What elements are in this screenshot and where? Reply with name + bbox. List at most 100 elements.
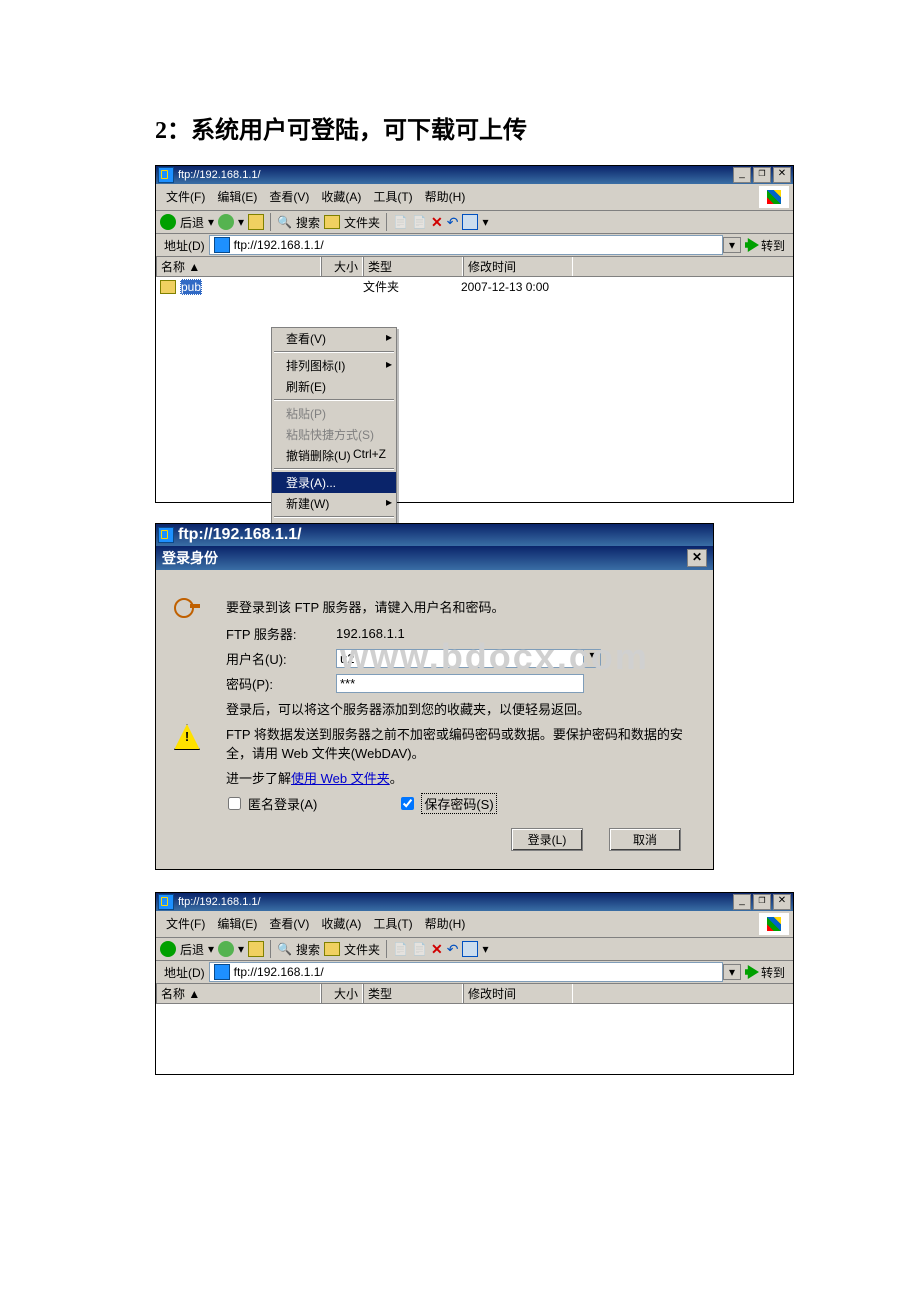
search-icon[interactable]: 🔍 xyxy=(277,215,292,229)
copy-icon: 📄 xyxy=(412,215,427,229)
cancel-button[interactable]: 取消 xyxy=(609,828,681,851)
menu-help-2[interactable]: 帮助(H) xyxy=(419,913,472,935)
back-dropdown[interactable]: ▾ xyxy=(208,215,214,229)
file-list[interactable]: pub 文件夹 2007-12-13 0:00 查看(V) 排列图标(I) 刷新… xyxy=(156,277,793,502)
col-type[interactable]: 类型 xyxy=(363,257,463,276)
back-button-2[interactable]: 后退 xyxy=(180,941,204,958)
file-list-2[interactable] xyxy=(156,1004,793,1074)
col-name-2[interactable]: 名称 ▲ xyxy=(156,984,321,1003)
menu-tools-2[interactable]: 工具(T) xyxy=(367,913,418,935)
file-type: 文件夹 xyxy=(359,278,457,295)
back-icon-2[interactable] xyxy=(160,941,176,957)
views-dropdown[interactable]: ▾ xyxy=(482,215,488,229)
maximize-button-2[interactable] xyxy=(753,894,771,910)
address-field[interactable]: ftp://192.168.1.1/ xyxy=(209,235,723,255)
undo-icon-2[interactable]: ↶ xyxy=(447,941,459,958)
search-button-2[interactable]: 搜索 xyxy=(296,941,320,958)
col-mtime-2[interactable]: 修改时间 xyxy=(463,984,573,1003)
ctx-login[interactable]: 登录(A)... xyxy=(272,472,396,493)
webdav-link[interactable]: 使用 Web 文件夹 xyxy=(291,771,390,786)
address-dropdown-2[interactable]: ▾ xyxy=(723,964,741,980)
file-name: pub xyxy=(180,279,202,295)
forward-icon[interactable] xyxy=(218,214,234,230)
address-dropdown[interactable]: ▾ xyxy=(723,237,741,253)
address-field-2[interactable]: ftp://192.168.1.1/ xyxy=(209,962,723,982)
up-icon[interactable] xyxy=(248,214,264,230)
minimize-button[interactable] xyxy=(733,167,751,183)
folders-button-2[interactable]: 文件夹 xyxy=(344,941,380,958)
ctx-undo-delete[interactable]: 撤销删除(U)Ctrl+Z xyxy=(272,445,396,466)
ctx-view[interactable]: 查看(V) xyxy=(272,328,396,349)
back-button[interactable]: 后退 xyxy=(180,214,204,231)
move-icon-2: 📄 xyxy=(393,942,408,956)
maximize-button[interactable] xyxy=(753,167,771,183)
screenshot-login-dialog: ftp://192.168.1.1/ 登录身份 ✕ www.bdocx.com … xyxy=(155,523,714,870)
server-label: FTP 服务器: xyxy=(226,624,336,643)
go-button[interactable]: 转到 xyxy=(741,237,789,254)
delete-icon-2[interactable]: ✕ xyxy=(431,941,443,958)
login-button[interactable]: 登录(L) xyxy=(511,828,583,851)
menu-edit[interactable]: 编辑(E) xyxy=(211,186,263,208)
forward-icon-2[interactable] xyxy=(218,941,234,957)
search-icon-2[interactable]: 🔍 xyxy=(277,942,292,956)
address-label: 地址(D) xyxy=(160,237,209,254)
ftp-site-icon xyxy=(214,237,230,253)
username-field[interactable] xyxy=(336,649,583,668)
menu-fav[interactable]: 收藏(A) xyxy=(315,186,367,208)
views-icon[interactable] xyxy=(462,214,478,230)
window-titlebar-2: ftp://192.168.1.1/ xyxy=(156,893,793,911)
col-type-2[interactable]: 类型 xyxy=(363,984,463,1003)
copy-icon-2: 📄 xyxy=(412,942,427,956)
ftp-icon xyxy=(158,167,174,183)
file-size xyxy=(319,278,359,295)
ctx-new[interactable]: 新建(W) xyxy=(272,493,396,514)
context-menu: 查看(V) 排列图标(I) 刷新(E) 粘贴(P) 粘贴快捷方式(S) 撤销删除… xyxy=(271,327,397,542)
menu-view[interactable]: 查看(V) xyxy=(263,186,315,208)
dialog-close-button[interactable]: ✕ xyxy=(687,549,707,567)
forward-dropdown[interactable]: ▾ xyxy=(238,215,244,229)
folder-icon xyxy=(160,280,176,294)
security-warning: FTP 将数据发送到服务器之前不加密或编码密码或数据。要保护密码和数据的安全，请… xyxy=(226,724,697,762)
folders-button[interactable]: 文件夹 xyxy=(344,214,380,231)
anonymous-checkbox-input[interactable] xyxy=(228,797,241,810)
menu-help[interactable]: 帮助(H) xyxy=(419,186,472,208)
folders-icon[interactable] xyxy=(324,215,340,229)
server-value: 192.168.1.1 xyxy=(336,626,405,641)
up-icon-2[interactable] xyxy=(248,941,264,957)
anonymous-checkbox[interactable]: 匿名登录(A) xyxy=(224,794,317,813)
minimize-button-2[interactable] xyxy=(733,894,751,910)
col-size-2[interactable]: 大小 xyxy=(321,984,363,1003)
menu-fav-2[interactable]: 收藏(A) xyxy=(315,913,367,935)
save-password-checkbox[interactable]: 保存密码(S) xyxy=(397,793,496,814)
close-button[interactable] xyxy=(773,167,791,183)
list-item[interactable]: pub 文件夹 2007-12-13 0:00 xyxy=(156,277,793,296)
folders-icon-2[interactable] xyxy=(324,942,340,956)
menu-tools[interactable]: 工具(T) xyxy=(367,186,418,208)
save-password-checkbox-input[interactable] xyxy=(401,797,414,810)
menu-view-2[interactable]: 查看(V) xyxy=(263,913,315,935)
col-size[interactable]: 大小 xyxy=(321,257,363,276)
address-bar-2: 地址(D) ftp://192.168.1.1/ ▾ 转到 xyxy=(156,961,793,984)
go-label: 转到 xyxy=(761,237,785,254)
col-name[interactable]: 名称 ▲ xyxy=(156,257,321,276)
menu-file[interactable]: 文件(F) xyxy=(160,186,211,208)
menu-file-2[interactable]: 文件(F) xyxy=(160,913,211,935)
password-field[interactable] xyxy=(336,674,584,693)
toolbar: 后退 ▾ ▾ 🔍 搜索 文件夹 📄 📄 ✕ ↶ ▾ xyxy=(156,211,793,234)
views-dropdown-2[interactable]: ▾ xyxy=(482,942,488,956)
forward-dropdown-2[interactable]: ▾ xyxy=(238,942,244,956)
password-label: 密码(P): xyxy=(226,674,336,693)
views-icon-2[interactable] xyxy=(462,941,478,957)
close-button-2[interactable] xyxy=(773,894,791,910)
delete-icon[interactable]: ✕ xyxy=(431,214,443,231)
back-dropdown-2[interactable]: ▾ xyxy=(208,942,214,956)
search-button[interactable]: 搜索 xyxy=(296,214,320,231)
undo-icon[interactable]: ↶ xyxy=(447,214,459,231)
menu-edit-2[interactable]: 编辑(E) xyxy=(211,913,263,935)
username-dropdown[interactable]: ▾ xyxy=(583,649,601,668)
col-mtime[interactable]: 修改时间 xyxy=(463,257,573,276)
ctx-arrange[interactable]: 排列图标(I) xyxy=(272,355,396,376)
ctx-refresh[interactable]: 刷新(E) xyxy=(272,376,396,397)
go-button-2[interactable]: 转到 xyxy=(741,964,789,981)
back-icon[interactable] xyxy=(160,214,176,230)
